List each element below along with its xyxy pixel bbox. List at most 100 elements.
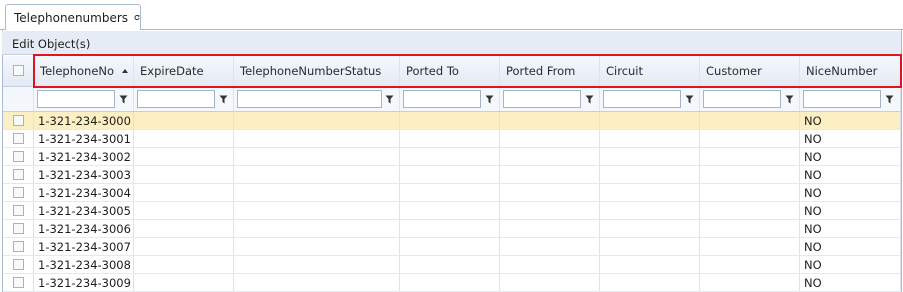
cell-ported-from [500, 166, 600, 183]
cell-status [234, 202, 400, 219]
filter-input-telephoneno[interactable] [37, 90, 115, 108]
cell-ported-from [500, 148, 600, 165]
filter-cell-ported-to [400, 87, 500, 111]
col-header-expiredate[interactable]: ExpireDate [134, 56, 234, 86]
row-select-cell[interactable] [3, 130, 34, 147]
cell-status [234, 184, 400, 201]
filter-icon[interactable] [585, 95, 594, 104]
row-checkbox[interactable] [13, 241, 24, 252]
cell-ported-from [500, 130, 600, 147]
table-row[interactable]: 1-321-234-3004 NO [3, 184, 901, 202]
filter-input-customer[interactable] [703, 90, 781, 108]
filter-input-ported-to[interactable] [403, 90, 481, 108]
toolbar: Edit Object(s) [2, 31, 901, 55]
filter-icon[interactable] [219, 95, 228, 104]
filter-icon[interactable] [485, 95, 494, 104]
row-select-cell[interactable] [3, 274, 34, 291]
table-row[interactable]: 1-321-234-3005 NO [3, 202, 901, 220]
filter-icon[interactable] [685, 95, 694, 104]
filter-input-ported-from[interactable] [503, 90, 581, 108]
cell-customer [700, 112, 800, 129]
cell-telephoneno: 1-321-234-3005 [34, 202, 134, 219]
cell-nicenumber: NO [800, 166, 901, 183]
cell-ported-to [400, 202, 500, 219]
cell-status [234, 220, 400, 237]
edit-objects-button[interactable]: Edit Object(s) [12, 37, 90, 51]
filter-input-nicenumber[interactable] [803, 90, 881, 108]
cell-customer [700, 274, 800, 291]
table-row[interactable]: 1-321-234-3007 NO [3, 238, 901, 256]
cell-customer [700, 238, 800, 255]
col-header-nicenumber[interactable]: NiceNumber [800, 56, 901, 86]
row-checkbox[interactable] [13, 205, 24, 216]
table-row[interactable]: 1-321-234-3003 NO [3, 166, 901, 184]
row-select-cell[interactable] [3, 112, 34, 129]
col-label: Ported To [406, 64, 459, 78]
filter-input-circuit[interactable] [603, 90, 681, 108]
row-select-cell[interactable] [3, 238, 34, 255]
cell-ported-from [500, 274, 600, 291]
filter-icon[interactable] [785, 95, 794, 104]
row-checkbox[interactable] [13, 169, 24, 180]
cell-ported-to [400, 220, 500, 237]
col-header-ported-to[interactable]: Ported To [400, 56, 500, 86]
col-header-telephoneno[interactable]: TelephoneNo [34, 56, 134, 86]
cell-circuit [600, 256, 700, 273]
col-header-circuit[interactable]: Circuit [600, 56, 700, 86]
cell-nicenumber: NO [800, 238, 901, 255]
col-header-customer[interactable]: Customer [700, 56, 800, 86]
row-checkbox[interactable] [13, 223, 24, 234]
select-all-checkbox[interactable] [13, 65, 24, 76]
col-label: NiceNumber [806, 64, 878, 78]
row-checkbox[interactable] [13, 187, 24, 198]
filter-input-status[interactable] [237, 90, 382, 108]
cell-telephoneno: 1-321-234-3009 [34, 274, 134, 291]
cell-expiredate [134, 202, 234, 219]
row-checkbox[interactable] [13, 277, 24, 288]
cell-ported-from [500, 220, 600, 237]
tab-strip: Telephonenumbers [0, 0, 903, 30]
cell-circuit [600, 220, 700, 237]
cell-telephoneno: 1-321-234-3007 [34, 238, 134, 255]
table-row[interactable]: 1-321-234-3000 NO [3, 112, 901, 130]
cell-telephoneno: 1-321-234-3000 [34, 112, 134, 129]
cell-expiredate [134, 238, 234, 255]
tab-telephonenumbers[interactable]: Telephonenumbers [5, 4, 141, 30]
row-checkbox[interactable] [13, 115, 24, 126]
cell-expiredate [134, 130, 234, 147]
table-row[interactable]: 1-321-234-3009 NO [3, 274, 901, 292]
table-row[interactable]: 1-321-234-3002 NO [3, 148, 901, 166]
filter-cell-customer [700, 87, 800, 111]
table-row[interactable]: 1-321-234-3006 NO [3, 220, 901, 238]
col-header-ported-from[interactable]: Ported From [500, 56, 600, 86]
cell-telephoneno: 1-321-234-3002 [34, 148, 134, 165]
row-select-cell[interactable] [3, 220, 34, 237]
table-row[interactable]: 1-321-234-3001 NO [3, 130, 901, 148]
row-select-cell[interactable] [3, 184, 34, 201]
row-select-cell[interactable] [3, 166, 34, 183]
row-select-cell[interactable] [3, 148, 34, 165]
refresh-icon[interactable] [134, 12, 140, 23]
cell-customer [700, 256, 800, 273]
cell-status [234, 166, 400, 183]
col-header-telephonenumberstatus[interactable]: TelephoneNumberStatus [234, 56, 400, 86]
cell-telephoneno: 1-321-234-3006 [34, 220, 134, 237]
header-select-all[interactable] [3, 56, 34, 86]
filter-icon[interactable] [119, 95, 128, 104]
cell-nicenumber: NO [800, 256, 901, 273]
cell-telephoneno: 1-321-234-3004 [34, 184, 134, 201]
cell-ported-from [500, 202, 600, 219]
table-row[interactable]: 1-321-234-3008 NO [3, 256, 901, 274]
cell-expiredate [134, 220, 234, 237]
cell-circuit [600, 184, 700, 201]
filter-icon[interactable] [885, 95, 894, 104]
row-checkbox[interactable] [13, 259, 24, 270]
row-checkbox[interactable] [13, 151, 24, 162]
row-select-cell[interactable] [3, 202, 34, 219]
cell-expiredate [134, 184, 234, 201]
cell-circuit [600, 148, 700, 165]
row-select-cell[interactable] [3, 256, 34, 273]
filter-icon[interactable] [385, 95, 394, 104]
filter-input-expiredate[interactable] [137, 90, 215, 108]
row-checkbox[interactable] [13, 133, 24, 144]
